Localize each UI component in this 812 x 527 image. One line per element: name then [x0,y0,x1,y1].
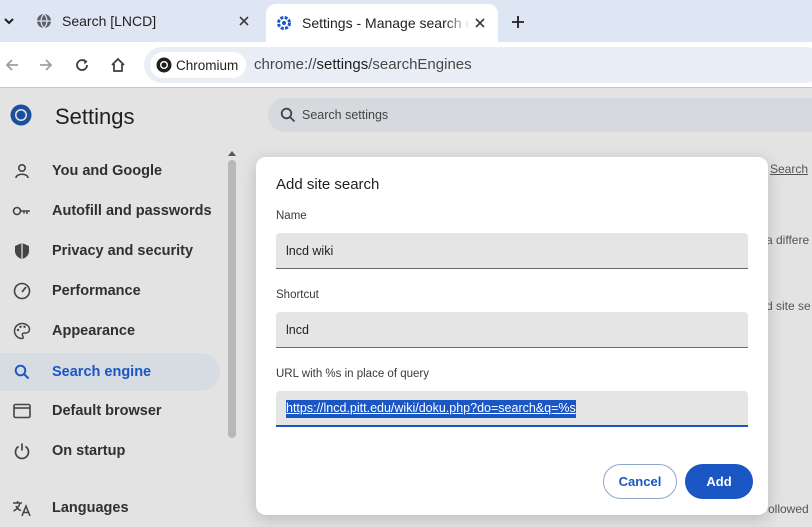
power-icon [12,441,32,461]
toolbar: Chromium chrome://settings/searchEngines [0,42,812,88]
arrow-right-icon [40,59,53,71]
chip-label: Chromium [176,57,239,73]
name-field[interactable] [276,233,748,269]
cancel-button[interactable]: Cancel [603,464,677,499]
add-button[interactable]: Add [685,464,753,499]
home-button[interactable] [106,53,130,77]
close-tab-icon[interactable] [470,13,490,33]
background-text: d site se [766,299,811,313]
shortcut-label: Shortcut [276,289,319,301]
speedometer-icon [12,281,32,301]
background-text: a differe [766,233,810,247]
tab-search-lncd[interactable]: Search [LNCD] [26,4,262,38]
reload-icon [76,59,88,71]
sidebar-item-performance[interactable]: Performance [0,272,220,310]
background-text: ollowed [768,502,809,516]
shortcut-field[interactable] [276,312,748,348]
sidebar-item-label: Default browser [52,403,162,419]
url-input-selected-text[interactable]: https://lncd.pitt.edu/wiki/doku.php?do=s… [286,400,576,418]
url-host: settings [316,56,369,73]
new-tab-button[interactable] [506,10,530,34]
url-scheme: chrome:// [254,56,317,73]
gear-icon [276,15,292,31]
sidebar-item-on-startup[interactable]: On startup [0,432,220,470]
person-icon [12,161,32,181]
url-text[interactable]: chrome://settings/searchEngines [254,56,472,73]
palette-icon [12,321,32,341]
settings-sidebar: You and Google Autofill and passwords Pr… [0,152,236,527]
sidebar-item-label: Performance [52,283,141,299]
search-icon [12,362,32,382]
background-search-button: Search [770,162,809,176]
tab-settings[interactable]: Settings - Manage search engines [266,4,498,42]
search-icon [280,107,296,123]
home-icon [111,57,125,72]
url-path: /searchEngines [368,56,472,73]
forward-button[interactable] [34,53,58,77]
sidebar-item-search-engine[interactable]: Search engine [0,353,220,391]
sidebar-item-label: Appearance [52,323,136,339]
back-button[interactable] [0,53,24,77]
plus-icon [512,16,524,28]
sidebar-item-default-browser[interactable]: Default browser [0,392,220,430]
settings-logo-icon [10,104,32,126]
sidebar-item-label: Autofill and passwords [52,203,212,219]
name-label: Name [276,210,307,222]
url-field[interactable]: https://lncd.pitt.edu/wiki/doku.php?do=s… [276,391,748,427]
chevron-down-icon [4,18,14,25]
shortcut-input[interactable] [286,320,738,340]
sidebar-scrollbar-thumb[interactable] [228,160,236,438]
sidebar-item-you-and-google[interactable]: You and Google [0,152,220,190]
sidebar-item-autofill[interactable]: Autofill and passwords [0,192,220,230]
chromium-logo-icon [156,57,172,73]
sidebar-item-privacy[interactable]: Privacy and security [0,232,220,270]
site-info-chip[interactable]: Chromium [150,52,247,78]
sidebar-item-label: On startup [52,443,126,459]
browser-window-icon [12,401,32,421]
tab-title: Search [LNCD] [62,13,157,29]
sidebar-item-label: Privacy and security [52,243,194,259]
sidebar-item-label: Languages [52,500,129,516]
sidebar-item-label: Search engine [52,364,152,380]
dialog-title: Add site search [276,176,380,193]
globe-icon [36,13,52,29]
address-bar[interactable]: Chromium chrome://settings/searchEngines [144,47,812,83]
add-site-search-dialog: Add site search Name Shortcut URL with %… [256,157,768,515]
tab-search-dropdown[interactable] [0,8,18,34]
tab-title: Settings - Manage search engines [302,15,470,31]
tab-strip: Search [LNCD] Settings - Manage search e… [0,0,812,42]
close-tab-icon[interactable] [234,11,254,31]
sidebar-item-label: You and Google [52,163,163,179]
shield-icon [12,241,32,261]
page-title: Settings [55,104,135,129]
translate-icon [12,498,32,518]
arrow-left-icon [5,59,18,71]
scrollbar-up-arrow[interactable] [226,148,238,158]
sidebar-item-languages[interactable]: Languages [0,489,220,527]
url-label: URL with %s in place of query [276,368,429,380]
settings-search-input[interactable] [302,104,702,126]
key-icon [12,201,32,221]
name-input[interactable] [286,241,738,261]
sidebar-item-appearance[interactable]: Appearance [0,312,220,350]
reload-button[interactable] [70,53,94,77]
settings-search[interactable] [268,98,812,132]
